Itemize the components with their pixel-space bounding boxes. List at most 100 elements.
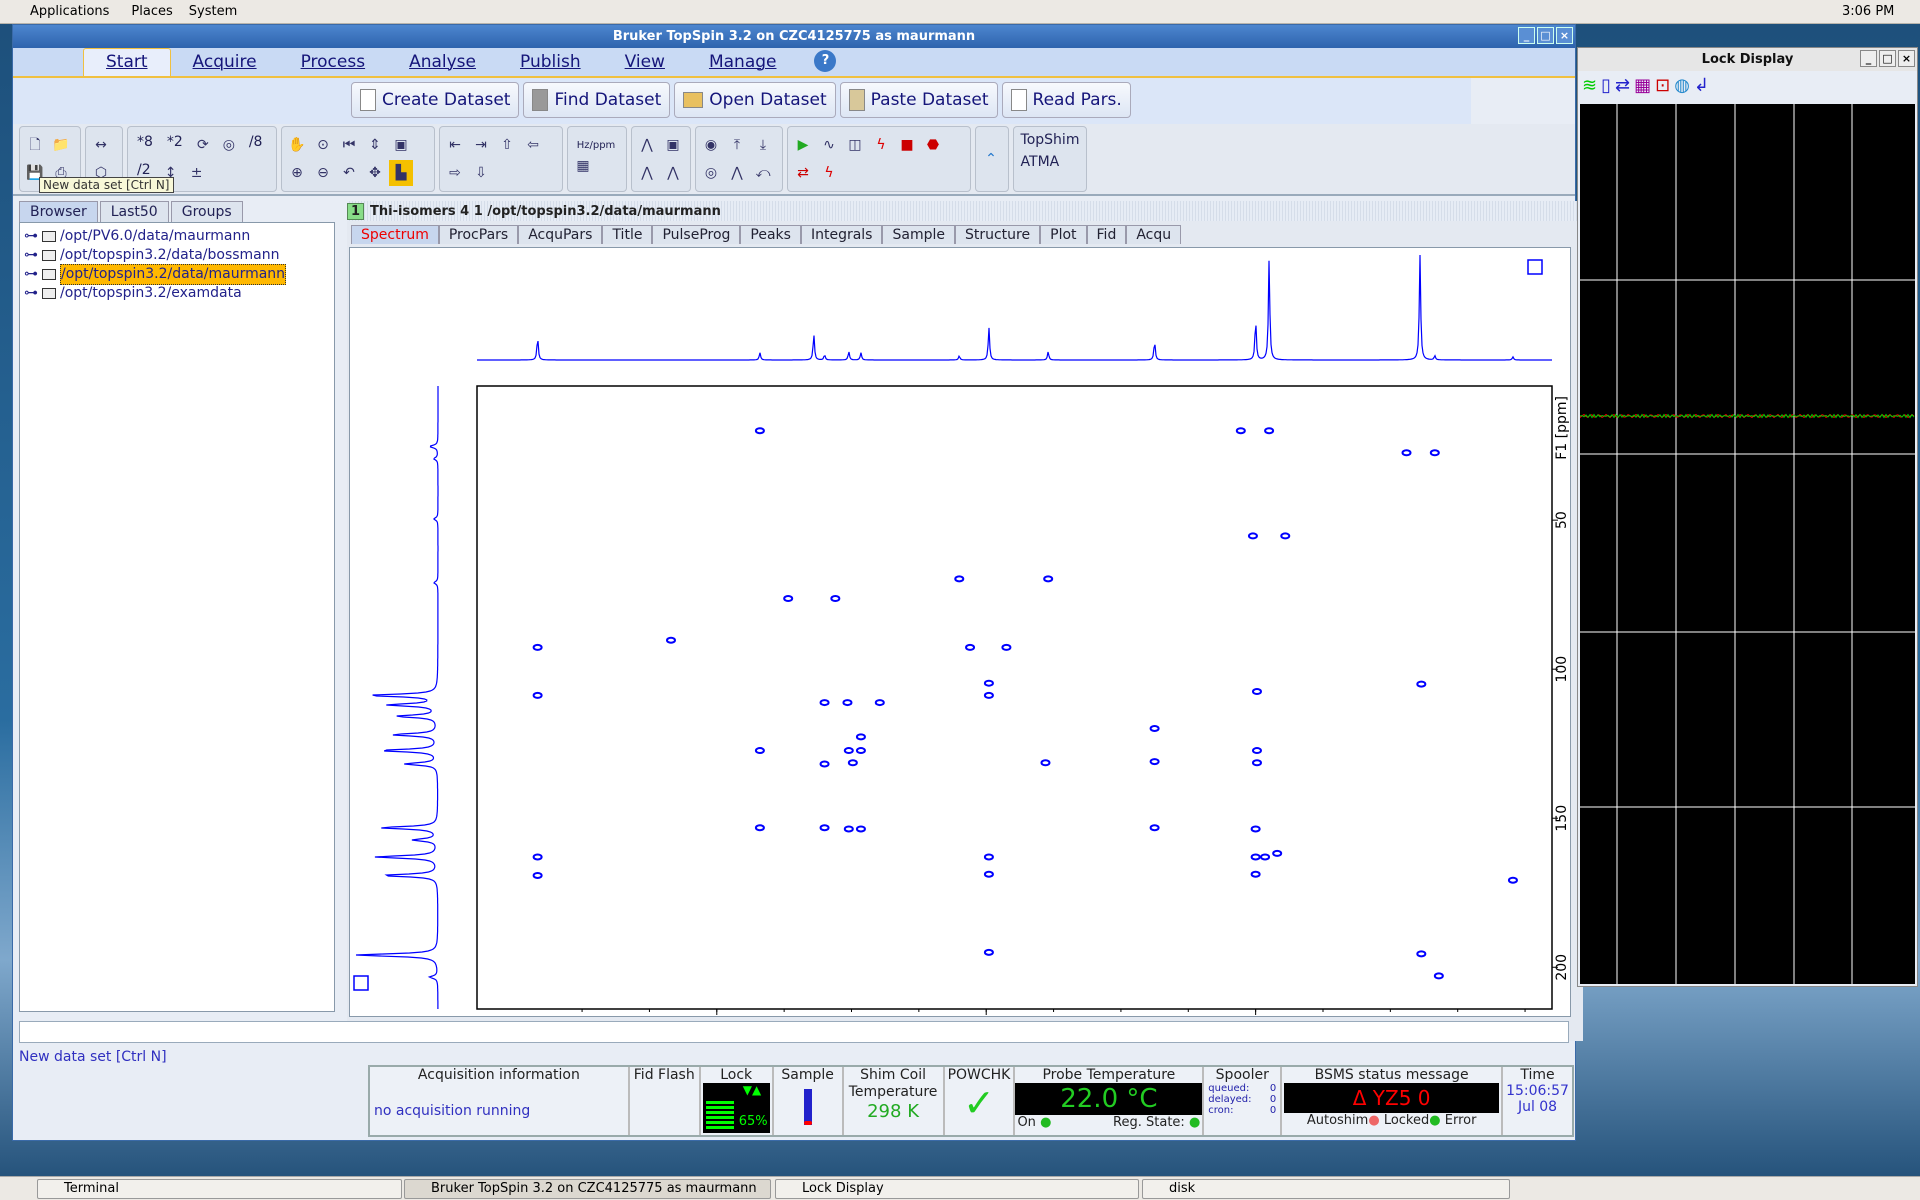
hz-ppm-button[interactable]: Hz/ppm — [571, 140, 621, 151]
lightning-icon[interactable]: ϟ — [869, 132, 893, 158]
shift-up-icon[interactable]: ⇧ — [495, 132, 519, 158]
divide-8-button[interactable]: /8 — [243, 132, 269, 158]
multiplet-icon[interactable]: ⋀ — [635, 132, 659, 158]
help-icon[interactable]: ? — [814, 50, 837, 72]
2d-spectrum-plot[interactable]: 86450100150200F2 [ppm]F1 [ppm] — [350, 248, 1572, 1035]
tab-spectrum[interactable]: Spectrum — [351, 225, 439, 244]
contour-levels-icon[interactable]: ◉ — [699, 132, 723, 158]
tab-acqu[interactable]: Acqu — [1126, 225, 1182, 244]
tab-plot[interactable]: Plot — [1040, 225, 1087, 244]
close-button[interactable]: × — [1556, 27, 1573, 44]
tab-title[interactable]: Title — [602, 225, 653, 244]
range-icon[interactable]: ⏮ — [337, 132, 361, 158]
taskbar-topspin[interactable]: Bruker TopSpin 3.2 on CZC4125775 as maur… — [404, 1179, 771, 1199]
axis-icon[interactable]: ⤓ — [751, 132, 775, 158]
vscale-icon[interactable]: ⇕ — [363, 132, 387, 158]
ppm-icon[interactable]: ⊙ — [311, 132, 335, 158]
lightning-down-icon[interactable]: ϟ — [817, 160, 841, 186]
contour-icon-2[interactable]: ◎ — [699, 160, 723, 186]
sample-status[interactable]: Sample — [774, 1067, 844, 1135]
pan-icon[interactable]: ✋ — [285, 132, 309, 158]
close-button[interactable]: × — [1898, 50, 1915, 67]
window-down-icon[interactable]: ⊡ — [1655, 75, 1670, 96]
title-bar[interactable]: Bruker TopSpin 3.2 on CZC4125775 as maur… — [13, 25, 1575, 48]
fid-flash[interactable]: Fid Flash — [630, 1067, 701, 1135]
full-view-icon[interactable]: ✥ — [363, 160, 387, 186]
tab-sample[interactable]: Sample — [882, 225, 955, 244]
menu-analyse[interactable]: Analyse — [387, 52, 498, 76]
fid-icon[interactable]: ∿ — [817, 132, 841, 158]
menu-publish[interactable]: Publish — [498, 52, 603, 76]
clock[interactable]: 3:06 PM — [1842, 4, 1894, 19]
grid-icon[interactable]: ▦ — [571, 153, 595, 179]
find-dataset-button[interactable]: Find Dataset — [523, 82, 671, 118]
shift-left-icon[interactable]: ⇦ — [521, 132, 545, 158]
open-dataset-button[interactable]: Open Dataset — [674, 82, 836, 118]
minimize-button[interactable]: _ — [1860, 50, 1877, 67]
fit-icon[interactable]: ▣ — [389, 132, 413, 158]
paste-dataset-button[interactable]: Paste Dataset — [839, 82, 998, 118]
maximize-button[interactable]: □ — [1537, 27, 1554, 44]
new-file-icon[interactable]: 🗋 — [23, 132, 47, 158]
tab-structure[interactable]: Structure — [954, 225, 1041, 244]
collapse-icon[interactable]: ⌃ — [979, 146, 1003, 172]
peaks-icon[interactable]: ⋀ — [661, 160, 685, 186]
contour-icon[interactable]: ◎ — [217, 132, 241, 158]
overlay-icon[interactable]: ⋀ — [635, 160, 659, 186]
menu-process[interactable]: Process — [279, 52, 388, 76]
window-icon[interactable]: ◫ — [843, 132, 867, 158]
tree-item[interactable]: ⊶/opt/topspin3.2/data/bossmann — [24, 246, 330, 265]
taskbar-terminal[interactable]: Terminal — [37, 1179, 402, 1199]
atma-button[interactable]: ATMA — [1015, 152, 1086, 172]
stop-icon[interactable]: ■ — [895, 132, 919, 158]
spectrum-grid-icon[interactable]: ▣ — [661, 132, 685, 158]
places-menu[interactable]: Places — [131, 4, 172, 19]
taskbar-lock-display[interactable]: Lock Display — [775, 1179, 1139, 1199]
shift-left-full-icon[interactable]: ⇤ — [443, 132, 467, 158]
shift-right-icon[interactable]: ⇨ — [443, 160, 467, 186]
menu-start[interactable]: Start — [83, 48, 171, 76]
tree-item[interactable]: ⊶/opt/topspin3.2/examdata — [24, 284, 330, 303]
globe-icon[interactable]: ◍ — [1674, 75, 1690, 96]
tab-groups[interactable]: Groups — [170, 201, 243, 222]
maximize-button[interactable]: □ — [1879, 50, 1896, 67]
play-icon[interactable]: ▶ — [791, 132, 815, 158]
minimize-button[interactable]: _ — [1518, 27, 1535, 44]
slice-icon[interactable]: ⋀ — [725, 160, 749, 186]
peak-icon[interactable]: ▙ — [389, 160, 413, 186]
command-line[interactable] — [19, 1021, 1569, 1043]
menu-acquire[interactable]: Acquire — [171, 52, 279, 76]
zoom-in-icon[interactable]: ⊕ — [285, 160, 309, 186]
multiply-2-button[interactable]: *2 — [161, 132, 189, 158]
menu-view[interactable]: View — [603, 52, 687, 76]
tab-integrals[interactable]: Integrals — [800, 225, 883, 244]
tab-last50[interactable]: Last50 — [99, 201, 169, 222]
tab-pulseprog[interactable]: PulseProg — [652, 225, 741, 244]
open-folder-icon[interactable]: 📁 — [49, 132, 73, 158]
read-pars-button[interactable]: Read Pars. — [1001, 82, 1131, 118]
rotate-icon[interactable]: ⟳ — [191, 132, 215, 158]
spooler[interactable]: Spooler queued: 0 delayed: 0 cron: 0 — [1204, 1067, 1283, 1135]
plus-minus-icon[interactable]: ± — [185, 160, 209, 186]
system-menu[interactable]: System — [189, 4, 237, 19]
multiply-8-button[interactable]: *8 — [131, 132, 159, 158]
halt-icon[interactable]: ⬣ — [921, 132, 945, 158]
tab-peaks[interactable]: Peaks — [740, 225, 801, 244]
taskbar-disk[interactable]: disk — [1142, 1179, 1510, 1199]
create-dataset-button[interactable]: Create Dataset — [351, 82, 520, 118]
swap-arrows-icon[interactable]: ⇄ — [791, 160, 815, 186]
tab-fid[interactable]: Fid — [1086, 225, 1127, 244]
undo-zoom-icon[interactable]: ↶ — [337, 160, 361, 186]
sample-tube-icon[interactable]: ▯ — [1601, 75, 1611, 96]
plot-area[interactable]: 86450100150200F2 [ppm]F1 [ppm] — [349, 247, 1572, 1035]
projection-icon[interactable]: ⤒ — [725, 132, 749, 158]
tree-item-selected[interactable]: ⊶/opt/topspin3.2/data/maurmann — [24, 264, 330, 285]
return-arrow-icon[interactable]: ↲ — [1694, 75, 1709, 96]
tab-browser[interactable]: Browser — [19, 201, 98, 222]
applications-menu[interactable]: Applications — [30, 4, 109, 19]
shift-down-icon[interactable]: ⇩ — [469, 160, 493, 186]
lock-title-bar[interactable]: Lock Display _ □ × — [1578, 48, 1917, 71]
tab-acqupars[interactable]: AcquPars — [518, 225, 603, 244]
span-icon[interactable]: ↔ — [89, 132, 113, 158]
tree-item[interactable]: ⊶/opt/PV6.0/data/maurmann — [24, 227, 330, 246]
